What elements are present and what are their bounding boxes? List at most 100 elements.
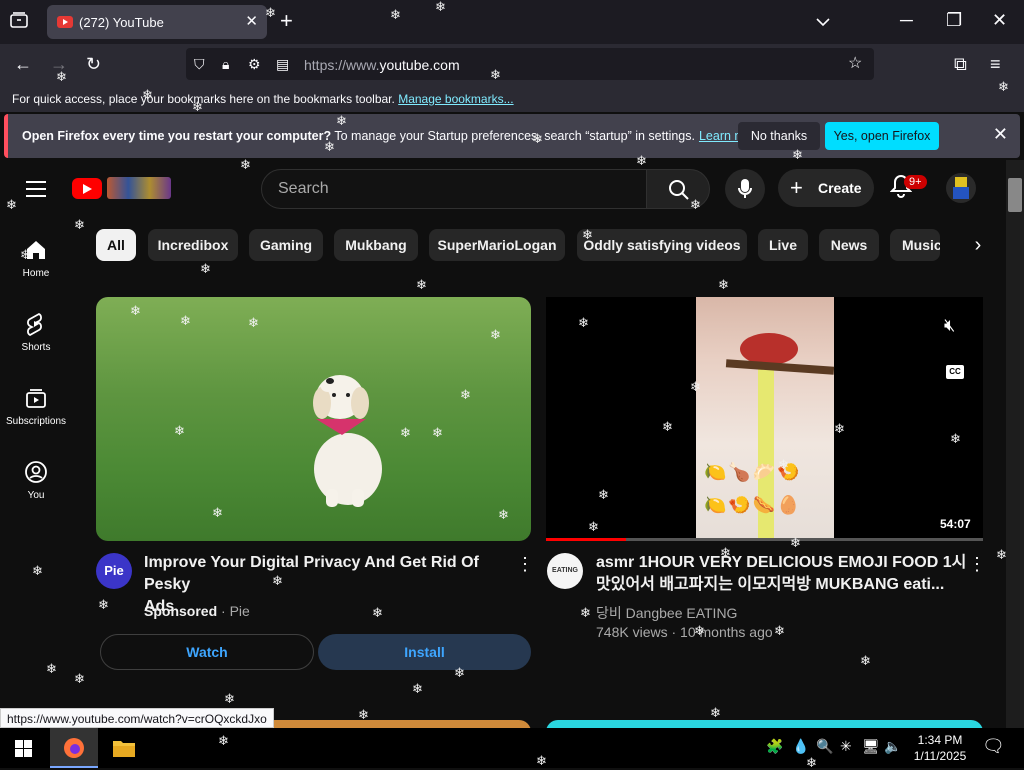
list-all-tabs-icon[interactable] xyxy=(816,11,830,31)
yes-open-firefox-button[interactable]: Yes, open Firefox xyxy=(825,122,939,150)
restore-window-button[interactable]: ❐ xyxy=(946,10,962,30)
create-button[interactable]: + Create xyxy=(778,169,874,207)
url-bar[interactable]: ⛉ 🔒︎ ⚙ ▤ https://www.youtube.com ☆ xyxy=(186,48,874,80)
close-tab-icon[interactable]: ✕ xyxy=(245,12,258,30)
you-icon xyxy=(25,461,47,483)
back-button[interactable]: ← xyxy=(14,54,32,74)
sidebar-item-home[interactable]: Home xyxy=(0,238,72,279)
snowflake: ❄ xyxy=(860,653,871,668)
snowflake: ❄ xyxy=(432,425,443,440)
reader-view-icon[interactable]: ▤ xyxy=(276,54,289,74)
tracking-protection-shield-icon[interactable]: ⛉ xyxy=(194,54,205,74)
snowflake: ❄ xyxy=(582,227,593,242)
snowflake: ❄ xyxy=(598,487,609,502)
system-clock[interactable]: 1:34 PM 1/11/2025 xyxy=(908,732,972,764)
snowflake: ❄ xyxy=(790,535,801,550)
youtube-doodle-logo[interactable] xyxy=(107,177,171,199)
tray-snow-icon[interactable]: ✳ xyxy=(840,738,852,755)
new-tab-button[interactable]: + xyxy=(280,10,293,32)
volume-muted-icon[interactable]: 🔈 xyxy=(884,738,901,755)
snowflake: ❄ xyxy=(690,379,701,394)
ad-menu-icon[interactable]: ⋮ xyxy=(516,554,534,575)
chip-news[interactable]: News xyxy=(819,229,879,261)
tray-search-icon[interactable]: 🔍 xyxy=(816,738,833,755)
ad-thumbnail[interactable] xyxy=(96,297,531,541)
sidebar-item-you[interactable]: You xyxy=(0,460,72,501)
chips-next-chevron-icon[interactable]: › xyxy=(962,229,994,261)
extensions-icon[interactable]: ⧉ xyxy=(954,54,967,74)
url-text[interactable]: https://www.youtube.com xyxy=(304,57,460,73)
tray-drop-icon[interactable]: 💧 xyxy=(792,738,809,755)
chip-supermariologan[interactable]: SuperMarioLogan xyxy=(429,229,565,261)
youtube-logo[interactable] xyxy=(72,178,102,199)
watch-button[interactable]: Watch xyxy=(100,634,314,670)
youtube-page: + Create 9+ Home Shorts Subscriptions Yo… xyxy=(0,160,1024,728)
channel-avatar[interactable]: EATING xyxy=(547,553,583,589)
reload-button[interactable]: ↻ xyxy=(86,54,101,74)
snowflake: ❄ xyxy=(792,147,803,162)
search-input[interactable] xyxy=(278,180,628,198)
sponsored-label: Sponsored xyxy=(144,603,218,619)
channel-name[interactable]: 당비 Dangbee EATING xyxy=(596,603,737,623)
advertiser-avatar[interactable]: Pie xyxy=(96,553,132,589)
windows-start-icon[interactable] xyxy=(15,740,32,757)
url-prefix: https://www. xyxy=(304,57,380,73)
file-explorer-icon[interactable] xyxy=(112,738,136,758)
guide-menu-icon[interactable] xyxy=(26,181,46,202)
chip-gaming[interactable]: Gaming xyxy=(249,229,323,261)
sidebar-item-subscriptions[interactable]: Subscriptions xyxy=(0,386,72,427)
video-progress-bar[interactable] xyxy=(546,538,983,541)
no-thanks-button[interactable]: No thanks xyxy=(738,122,820,150)
sidebar-item-shorts[interactable]: Shorts xyxy=(0,312,72,353)
close-notification-icon[interactable]: ✕ xyxy=(993,124,1008,145)
snowflake: ❄ xyxy=(32,563,43,578)
taskbar-firefox[interactable] xyxy=(50,728,98,768)
close-window-button[interactable]: ✕ xyxy=(992,10,1007,30)
closed-captions-icon[interactable]: CC xyxy=(946,365,964,379)
chip-music[interactable]: Music xyxy=(890,229,940,261)
install-button[interactable]: Install xyxy=(318,634,531,670)
account-avatar[interactable] xyxy=(946,173,976,203)
video-duration: 54:07 xyxy=(940,517,971,531)
snowflake: ❄ xyxy=(20,247,31,262)
tab-youtube[interactable]: (272) YouTube ✕ xyxy=(47,5,267,39)
shorts-icon xyxy=(27,312,42,336)
chip-all[interactable]: All xyxy=(96,229,136,261)
muted-icon[interactable]: 🔇︎ xyxy=(944,315,955,336)
video-frame-image: 🍋🍗🥟🍤 🍋🍤🌭🥚 xyxy=(696,297,835,541)
snowflake: ❄ xyxy=(180,313,191,328)
voice-search-button[interactable] xyxy=(725,169,765,209)
snowflake: ❄ xyxy=(498,507,509,522)
snowflake: ❄ xyxy=(265,5,276,20)
ad-title-line1: Improve Your Digital Privacy And Get Rid… xyxy=(144,554,479,593)
video-thumbnail[interactable]: 🍋🍗🥟🍤 🍋🍤🌭🥚 🔇︎ CC 54:07 xyxy=(546,297,983,541)
bookmark-star-icon[interactable]: ☆ xyxy=(848,54,862,74)
bookmarks-message: For quick access, place your bookmarks h… xyxy=(12,92,514,106)
next-row-thumbnail-right[interactable] xyxy=(546,720,983,728)
video-menu-icon[interactable]: ⋮ xyxy=(968,554,986,575)
tray-app-icon[interactable]: 🧩 xyxy=(766,738,783,755)
lock-icon[interactable]: 🔒︎ xyxy=(222,54,229,74)
minimize-window-button[interactable]: ─ xyxy=(900,10,913,30)
manage-bookmarks-link[interactable]: Manage bookmarks... xyxy=(398,92,513,106)
notification-center-icon[interactable]: 🗨 xyxy=(982,736,1005,757)
page-scrollbar[interactable] xyxy=(1006,160,1024,728)
chip-oddly-satisfying[interactable]: Oddly satisfying videos xyxy=(577,229,747,261)
chip-live[interactable]: Live xyxy=(758,229,808,261)
url-domain: youtube.com xyxy=(379,57,460,73)
advertiser-name[interactable]: Pie xyxy=(230,603,250,619)
permissions-icon[interactable]: ⚙ xyxy=(248,54,261,74)
snowflake: ❄ xyxy=(806,755,817,770)
tab-list-icon[interactable] xyxy=(10,12,28,32)
video-title[interactable]: asmr 1HOUR VERY DELICIOUS EMOJI FOOD 1시간… xyxy=(596,552,966,596)
network-icon[interactable]: 🖥 xyxy=(862,738,880,755)
chip-mukbang[interactable]: Mukbang xyxy=(334,229,418,261)
search-box[interactable] xyxy=(261,169,647,209)
chip-incredibox[interactable]: Incredibox xyxy=(148,229,238,261)
snowflake: ❄ xyxy=(690,197,701,212)
app-menu-icon[interactable]: ≡ xyxy=(990,54,1001,74)
snowflake: ❄ xyxy=(412,681,423,696)
snowflake: ❄ xyxy=(74,217,85,232)
scrollbar-thumb[interactable] xyxy=(1008,178,1022,212)
snowflake: ❄ xyxy=(834,421,845,436)
